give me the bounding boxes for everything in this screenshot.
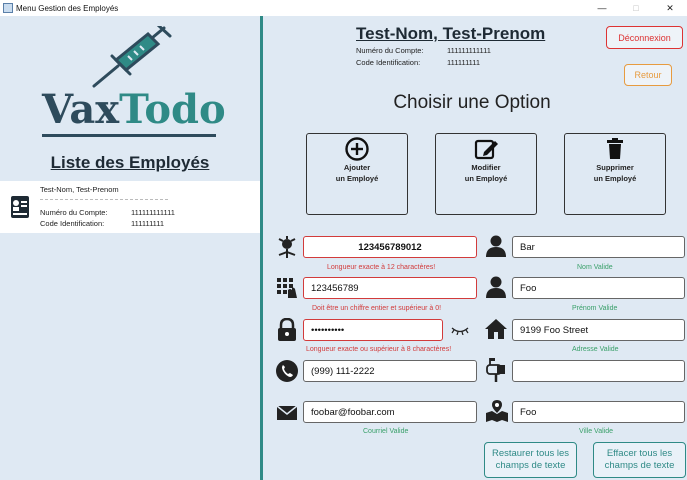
user-icon [486, 235, 506, 257]
first-name-valid-message: Prénom Valide [572, 305, 618, 312]
mailbox-icon [486, 358, 505, 382]
edit-employee-button[interactable]: Modifier un Employé [435, 133, 537, 215]
address-valid-message: Adresse Valide [572, 346, 619, 353]
window-title: Menu Gestion des Employés [16, 3, 119, 13]
add-circle-icon [345, 137, 369, 161]
current-user-name: Test-Nom, Test-Prenom [356, 24, 546, 43]
city-valid-message: Ville Valide [579, 428, 613, 435]
back-button[interactable]: Retour [624, 64, 672, 86]
last-name-input[interactable]: Bar [512, 236, 685, 258]
employee-list-item[interactable]: Test-Nom, Test-Prenom Numéro du Compte: … [0, 181, 260, 233]
email-input[interactable]: foobar@foobar.com [303, 401, 477, 423]
id-code-input[interactable]: 123456789 [303, 277, 477, 299]
edit-icon [474, 139, 498, 160]
options-title: Choisir une Option [393, 92, 551, 113]
employee-list-panel: VaxTodo Liste des Employés Test-Nom, Tes… [0, 16, 260, 480]
app-icon [3, 3, 13, 13]
add-employee-button[interactable]: Ajouter un Employé [306, 133, 408, 215]
last-name-valid-message: Nom Valide [577, 264, 613, 271]
show-password-icon[interactable] [451, 325, 469, 335]
delete-employee-button[interactable]: Supprimer un Employé [564, 133, 666, 215]
window-titlebar: Menu Gestion des Employés — □ ✕ [0, 0, 687, 16]
city-pin-icon [486, 400, 508, 422]
id-code-error: Doit être un chiffre entier et supérieur… [312, 305, 442, 312]
current-user-id: Code Identification: 111111111 [356, 58, 481, 67]
phone-icon [276, 360, 298, 382]
minimize-button[interactable]: — [585, 0, 619, 16]
main-panel: Test-Nom, Test-Prenom Numéro du Compte: 1… [263, 16, 687, 480]
address-input[interactable]: 9199 Foo Street [512, 319, 685, 341]
home-icon [485, 319, 507, 339]
keypad-icon [277, 278, 297, 298]
employee-badge-icon [11, 196, 29, 218]
account-number-input[interactable]: 123456789012 [303, 236, 477, 258]
logout-button[interactable]: Déconnexion [606, 26, 683, 49]
password-input[interactable]: •••••••••• [303, 319, 443, 341]
first-name-input[interactable]: Foo [512, 277, 685, 299]
syringe-icon [92, 26, 172, 88]
clear-fields-button[interactable]: Effacer tous les champs de texte [593, 442, 686, 478]
password-error: Longueur exacte ou supérieur à 8 charact… [306, 346, 452, 353]
trash-icon [607, 138, 623, 159]
current-user-account: Numéro du Compte: 111111111111 [356, 46, 491, 55]
employee-id-row: Code Identification: 111111111 [40, 219, 165, 228]
user-icon [486, 276, 506, 298]
email-icon [276, 405, 298, 420]
employee-name: Test-Nom, Test-Prenom [40, 185, 119, 194]
city-input[interactable]: Foo [512, 401, 685, 423]
email-valid-message: Courriel Valide [363, 428, 409, 435]
postal-code-input[interactable] [512, 360, 685, 382]
employee-account-row: Numéro du Compte: 111111111111 [40, 208, 175, 217]
close-button[interactable]: ✕ [653, 0, 687, 16]
account-number-error: Longueur exacte à 12 charactères! [327, 264, 436, 271]
employee-list-title: Liste des Employés [50, 153, 210, 172]
restore-fields-button[interactable]: Restaurer tous les champs de texte [484, 442, 577, 478]
maximize-button[interactable]: □ [619, 0, 653, 16]
vaxtodo-logo: VaxTodo [42, 26, 226, 141]
logo-wordmark: VaxTodo [42, 86, 226, 133]
account-tree-icon [278, 236, 296, 258]
phone-input[interactable]: (999) 111-2222 [303, 360, 477, 382]
lock-icon [278, 318, 296, 341]
